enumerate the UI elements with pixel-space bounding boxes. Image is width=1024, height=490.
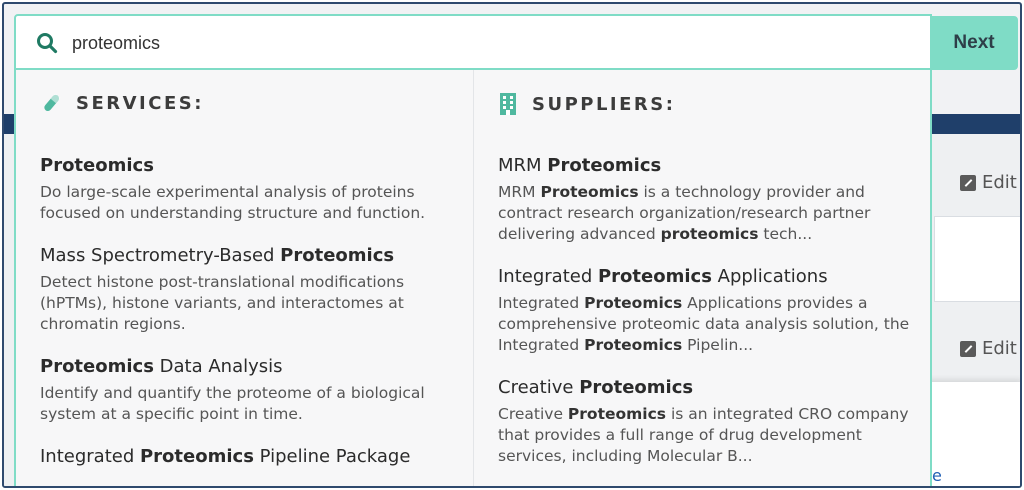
edit-icon [960, 340, 976, 357]
highlighted-term: Proteomics [540, 183, 639, 201]
supplier-result-item[interactable]: Integrated Proteomics Applications Integr… [498, 265, 918, 356]
service-result-item[interactable]: Integrated Proteomics Pipeline Package [40, 445, 460, 469]
highlighted-term: Proteomics [547, 155, 662, 176]
text-segment: Applications [711, 266, 828, 287]
text-segment: Data Analysis [153, 356, 283, 377]
result-description: Creative Proteomics is an integrated CRO… [498, 404, 918, 467]
service-result-item[interactable]: Proteomics Do large-scale experimental an… [40, 154, 460, 224]
search-suggestions-dropdown: SERVICES: Proteomics Do large-scale exper… [14, 70, 932, 486]
highlighted-term: Proteomics [280, 245, 395, 266]
highlighted-term: Proteomics [584, 336, 683, 354]
background-link[interactable]: e [932, 466, 942, 485]
test-tube-icon [44, 93, 61, 112]
highlighted-term: proteomics [660, 225, 759, 243]
edit-label: Edit [982, 172, 1017, 193]
highlighted-term: Proteomics [40, 155, 154, 176]
suppliers-title: SUPPLIERS: [532, 93, 676, 115]
result-title: MRM Proteomics [498, 154, 918, 178]
result-title: Proteomics [40, 154, 460, 178]
service-result-item[interactable]: Proteomics Data Analysis Identify and qua… [40, 355, 460, 425]
suppliers-results: MRM Proteomics MRM Proteomics is a techno… [498, 154, 918, 486]
supplier-result-item[interactable]: MRM Proteomics MRM Proteomics is a techno… [498, 154, 918, 245]
app-frame: Edit Edit e cluster Next SERVICES: Prote… [2, 2, 1022, 488]
edit-link[interactable]: Edit [960, 338, 1017, 359]
highlighted-term: Proteomics [40, 356, 154, 377]
services-title: SERVICES: [76, 92, 204, 114]
services-results: Proteomics Do large-scale experimental an… [40, 154, 460, 486]
result-title: Integrated Proteomics Applications [498, 265, 918, 289]
result-title: Proteomics Data Analysis [40, 355, 460, 379]
service-result-item[interactable]: Mass Spectrometry-Based Proteomics Detect… [40, 244, 460, 335]
text-segment: Integrated [498, 294, 585, 312]
suppliers-column: SUPPLIERS: MRM Proteomics MRM Proteomics … [474, 70, 930, 486]
background-card [929, 382, 1020, 486]
building-icon [500, 93, 516, 115]
text-segment: Detect histone post-translational modifi… [40, 273, 405, 333]
text-segment: Do large-scale experimental analysis of … [40, 183, 426, 222]
background-card [934, 216, 1020, 302]
search-input[interactable] [72, 26, 912, 60]
services-header: SERVICES: [40, 92, 204, 114]
services-column: SERVICES: Proteomics Do large-scale exper… [16, 70, 474, 486]
text-segment: Pipelin... [682, 336, 754, 354]
highlighted-term: Proteomics [584, 294, 683, 312]
text-segment: Integrated [498, 266, 598, 287]
search-icon [37, 33, 58, 54]
result-description: Identify and quantify the proteome of a … [40, 383, 460, 425]
text-segment: Mass Spectrometry-Based [40, 245, 281, 266]
text-segment: Integrated [40, 446, 140, 467]
text-segment: Pipeline Package [253, 446, 411, 467]
supplier-result-item[interactable]: Creative Proteomics Creative Proteomics i… [498, 376, 918, 467]
next-button[interactable]: Next [930, 16, 1018, 70]
result-title: Mass Spectrometry-Based Proteomics [40, 244, 460, 268]
edit-label: Edit [982, 338, 1017, 359]
result-description: Integrated Proteomics Applications provi… [498, 293, 918, 356]
edit-link[interactable]: Edit [960, 172, 1017, 193]
result-description: Do large-scale experimental analysis of … [40, 182, 460, 224]
result-title: Integrated Proteomics Pipeline Package [40, 445, 460, 469]
highlighted-term: Proteomics [579, 377, 694, 398]
edit-icon [960, 174, 976, 191]
text-segment: tech... [758, 225, 813, 243]
suppliers-header: SUPPLIERS: [498, 92, 675, 116]
result-description: Detect histone post-translational modifi… [40, 272, 460, 335]
text-segment: MRM [498, 155, 548, 176]
highlighted-term: Proteomics [567, 405, 667, 423]
text-segment: MRM [498, 183, 541, 201]
highlighted-term: Proteomics [597, 266, 712, 287]
text-segment: Identify and quantify the proteome of a … [40, 384, 425, 423]
text-segment: Creative [498, 377, 580, 398]
highlighted-term: Proteomics [139, 446, 254, 467]
text-segment: Creative [498, 405, 568, 423]
search-bar [14, 14, 932, 70]
result-title: Creative Proteomics [498, 376, 918, 400]
result-description: MRM Proteomics is a technology provider … [498, 182, 918, 245]
